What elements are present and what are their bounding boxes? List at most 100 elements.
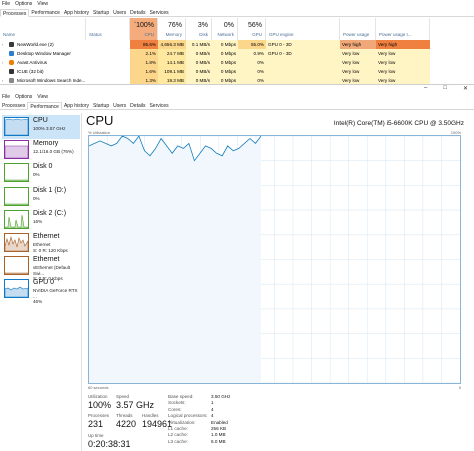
engine-cell: GPU 0 - 3D — [266, 40, 340, 49]
sidebar-item-disk-2[interactable]: Disk 2 (C:) 16% — [2, 208, 80, 232]
expand-chevron-icon[interactable]: › — [2, 58, 6, 67]
power-cell: Very low — [340, 58, 376, 67]
tab-users[interactable]: Users — [111, 102, 128, 110]
cpu-cell: 2.1% — [130, 49, 158, 58]
sidebar-item-title: Disk 2 (C:) — [33, 209, 67, 217]
sidebar-item-title: Disk 0 — [33, 163, 53, 171]
tab-services[interactable]: Services — [147, 9, 170, 17]
menu-options[interactable]: Options — [15, 1, 32, 8]
menu-options[interactable]: Options — [15, 94, 32, 100]
power-cell: Very high — [340, 40, 376, 49]
tab-performance[interactable]: Performance — [29, 9, 62, 17]
cpu-usage-area — [89, 136, 261, 383]
cpu-cell: 1.8% — [130, 58, 158, 67]
process-name-cell: › NewWorld.exe (2) — [0, 40, 130, 49]
table-row[interactable]: › NewWorld.exe (2) 85.6% 4,656.3 MB 0.1 MB/s… — [0, 40, 430, 49]
sidebar-item-title: Ethernet — [33, 256, 60, 264]
disk-cell: 0 MB/s — [186, 49, 212, 58]
window-controls: – □ ✕ — [424, 85, 468, 92]
col-memory[interactable]: 76% Memory — [158, 18, 186, 40]
tab-startup[interactable]: Startup — [91, 9, 111, 17]
processes-window: File Options View Processes Performance … — [0, 0, 474, 92]
tab-app-history[interactable]: App history — [62, 9, 91, 17]
power-cell: Very low — [340, 67, 376, 76]
tab-app-history[interactable]: App history — [62, 102, 91, 110]
graph-time-label: 60 seconds — [88, 385, 109, 390]
process-name: Desktop Window Manager — [17, 51, 71, 56]
spec-value: Enabled — [211, 419, 228, 425]
col-disk[interactable]: 3% Disk — [186, 18, 212, 40]
gpu-cell: 0% — [238, 58, 266, 67]
table-row[interactable]: ICUE (32 bit) 1.6% 109.1 MB 0 MB/s 0 Mbps 0% V… — [0, 67, 430, 76]
spec-label: L1 cache: — [168, 426, 188, 431]
window-icon — [9, 51, 14, 56]
engine-cell — [266, 58, 340, 67]
col-power-trend[interactable]: Power usage t... — [376, 18, 430, 40]
title-bar: – □ ✕ — [0, 85, 474, 93]
sidebar-item-gpu-0[interactable]: GPU 0 NVIDIA GeForce RTX ... 46% — [2, 277, 80, 304]
col-name[interactable]: Name — [0, 18, 86, 40]
col-gpu-engine[interactable]: GPU engine — [266, 18, 340, 40]
spec-label: L3 cache: — [168, 438, 188, 444]
maximize-button[interactable]: □ — [443, 85, 447, 92]
sidebar-item-vethernet[interactable]: Ethernet vEthernet (Default Swi... S: 0 R… — [2, 254, 80, 281]
col-cpu[interactable]: ⌄ 100% CPU — [130, 18, 158, 40]
sidebar-item-cpu[interactable]: CPU 100% 3.57 GHz — [2, 115, 80, 139]
sidebar-item-title: Ethernet — [33, 233, 60, 240]
table-row[interactable]: Desktop Window Manager 2.1% 24.7 MB 0 MB/s 0… — [0, 49, 430, 58]
trend-cell: Very low — [376, 67, 430, 76]
sidebar-item-ethernet[interactable]: Ethernet Ethernet S: 0 R: 120 Kbps — [2, 231, 80, 255]
tab-startup[interactable]: Startup — [91, 102, 111, 110]
mini-graph-thumbnail — [4, 256, 29, 276]
processes-value: 231 — [88, 419, 104, 429]
process-name-cell: › Avast Antivirus — [0, 58, 130, 67]
process-name: NewWorld.exe (2) — [17, 42, 54, 47]
tab-details[interactable]: Details — [128, 9, 147, 17]
trend-cell: Very high — [376, 40, 430, 49]
mini-graph-thumbnail — [4, 186, 29, 206]
cpu-cell: 1.6% — [130, 67, 158, 76]
table-row[interactable]: › Avast Antivirus 1.8% 14.1 MB 0 MB/s 0 Mbps 0… — [0, 58, 430, 67]
shield-icon — [9, 60, 14, 65]
sidebar-item-memory[interactable]: Memory 12.1/16.0 GB (76%) — [2, 138, 80, 162]
gpu-cell: 0.9% — [238, 49, 266, 58]
sidebar-item-title: CPU — [33, 117, 48, 124]
menu-file[interactable]: File — [2, 1, 10, 8]
tab-processes[interactable]: Processes — [0, 102, 27, 110]
col-network[interactable]: 0% Network — [212, 18, 238, 40]
tab-performance[interactable]: Performance — [27, 102, 62, 110]
spec-label: Logical processors: — [168, 413, 208, 419]
utilization-value: 100% — [88, 400, 112, 410]
spec-label: Base speed: — [168, 394, 194, 399]
sidebar-item-title: Memory — [33, 140, 59, 148]
mini-graph-thumbnail — [4, 163, 29, 183]
trend-cell: Very low — [376, 58, 430, 67]
mini-graph-thumbnail — [4, 233, 29, 252]
mini-graph-thumbnail — [4, 140, 29, 160]
minimize-button[interactable]: – — [424, 85, 427, 92]
menu-file[interactable]: File — [2, 94, 10, 100]
spec-value: 1 — [211, 400, 214, 406]
tab-users[interactable]: Users — [111, 9, 128, 17]
mem-cell: 14.1 MB — [158, 58, 186, 67]
col-status[interactable]: Status — [86, 18, 130, 40]
page-title: CPU — [86, 113, 114, 128]
process-name: ICUE (32 bit) — [17, 69, 44, 74]
menu-view[interactable]: View — [37, 1, 48, 8]
expand-chevron-icon[interactable]: › — [2, 40, 6, 49]
col-gpu[interactable]: 56% GPU — [238, 18, 266, 40]
cpu-detail-panel: CPU Intel(R) Core(TM) i5-6600K CPU @ 3.5… — [86, 113, 471, 451]
tab-details[interactable]: Details — [128, 102, 147, 110]
tab-processes[interactable]: Processes — [0, 9, 30, 17]
sidebar-item-disk-1[interactable]: Disk 1 (D:) 0% — [2, 185, 80, 209]
cpu-model-name: Intel(R) Core(TM) i5-6600K CPU @ 3.50GHz — [333, 120, 464, 127]
process-name-cell: Desktop Window Manager — [0, 49, 130, 58]
sidebar-item-subtitle: Ethernet S: 0 R: 120 Kbps — [33, 242, 68, 253]
sidebar-item-disk-0[interactable]: Disk 0 0% — [2, 161, 80, 185]
tab-services[interactable]: Services — [147, 102, 170, 110]
game-icon — [9, 42, 14, 47]
menu-view[interactable]: View — [37, 94, 48, 100]
close-button[interactable]: ✕ — [463, 85, 468, 92]
col-power-usage[interactable]: Power usage — [340, 18, 376, 40]
cpu-utilization-graph — [88, 135, 461, 384]
